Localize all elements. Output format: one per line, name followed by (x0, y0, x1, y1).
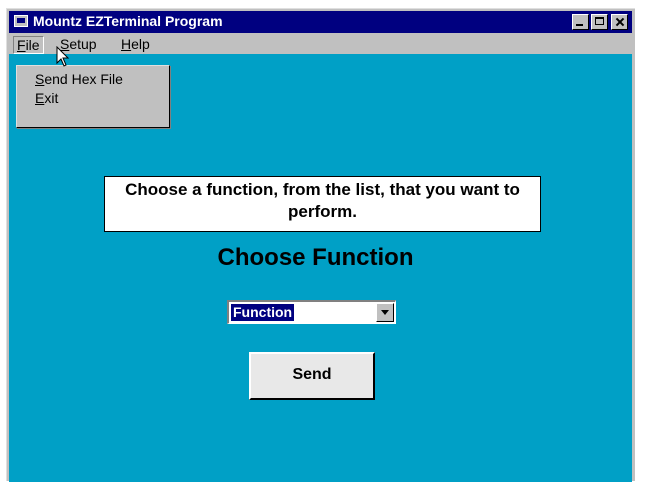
menu-item-send-hex-file-hotkey: S (35, 71, 45, 87)
function-select-value: Function (231, 304, 295, 321)
page-title: Choose Function (217, 244, 414, 271)
menu-file-label: ile (25, 37, 40, 53)
menu-file[interactable]: File (13, 36, 44, 54)
title-bar[interactable]: Mountz EZTerminal Program (9, 11, 632, 33)
maximize-button[interactable] (591, 14, 608, 30)
menu-help-label: elp (131, 36, 150, 52)
function-select[interactable]: Function (227, 300, 396, 324)
file-menu-dropdown: Send Hex File Exit (16, 65, 170, 128)
menu-item-send-hex-file[interactable]: Send Hex File (35, 71, 123, 87)
menu-help[interactable]: Help (118, 36, 153, 52)
minimize-button[interactable] (572, 14, 589, 30)
menu-help-hotkey: H (121, 36, 132, 52)
chevron-down-icon[interactable] (376, 303, 394, 322)
menu-item-exit[interactable]: Exit (35, 90, 58, 106)
menu-file-hotkey: F (17, 37, 26, 53)
send-button[interactable]: Send (249, 352, 375, 400)
mouse-pointer-icon (56, 46, 70, 67)
menu-item-send-hex-file-label: end Hex File (44, 71, 123, 87)
app-window: Mountz EZTerminal Program File Setup Hel… (6, 8, 635, 482)
menu-bar: File Setup Help (9, 34, 632, 54)
window-title: Mountz EZTerminal Program (33, 13, 223, 29)
menu-setup-label: etup (69, 36, 97, 52)
menu-item-exit-label: xit (44, 90, 59, 106)
instruction-box: Choose a function, from the list, that y… (104, 176, 541, 232)
close-button[interactable] (611, 14, 628, 30)
menu-item-exit-hotkey: E (35, 90, 45, 106)
app-window-icon[interactable] (14, 15, 28, 27)
